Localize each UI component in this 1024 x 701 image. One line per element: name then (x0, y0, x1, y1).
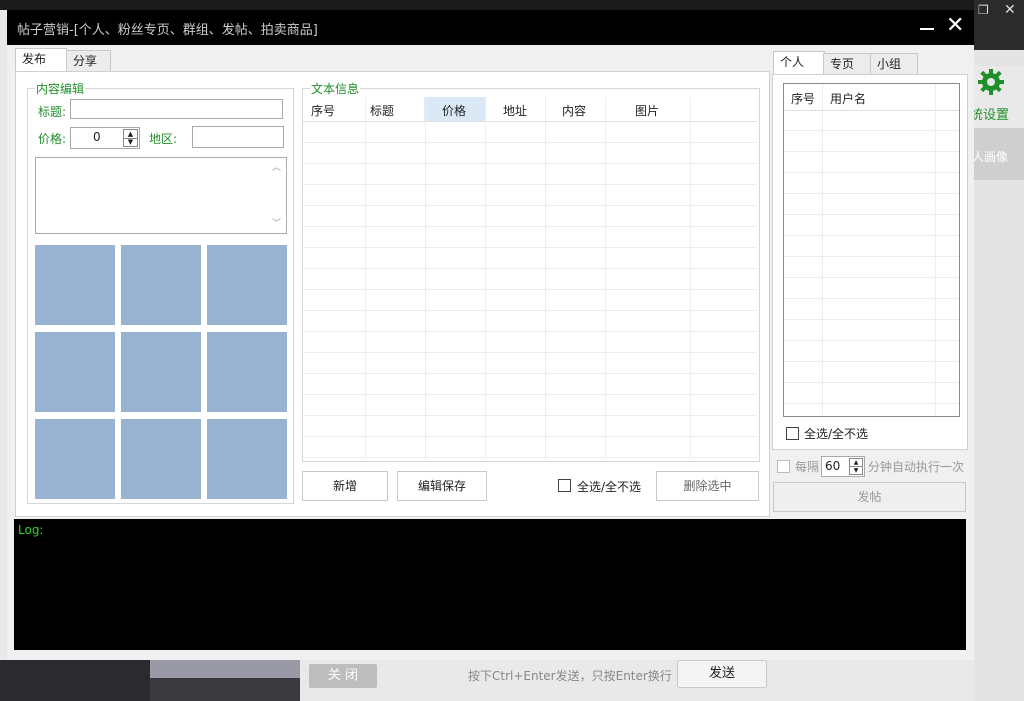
price-down-icon[interactable]: ▼ (123, 138, 138, 147)
col-header-user-index[interactable]: 序号 (791, 90, 815, 107)
send-hint-text: 按下Ctrl+Enter发送，只按Enter换行 (468, 669, 672, 683)
title-label: 标题: (38, 105, 67, 119)
image-slot[interactable] (207, 419, 287, 499)
title-input[interactable] (70, 99, 283, 119)
interval-stepper[interactable]: 60 ▲ ▼ (821, 456, 865, 477)
portrait-nav-label: 人画像 (972, 150, 1009, 164)
image-slot[interactable] (35, 245, 115, 325)
col-header-username[interactable]: 用户名 (830, 90, 866, 107)
background-gray-block (150, 660, 300, 678)
user-table[interactable]: 序号 用户名 (783, 83, 960, 417)
interval-prefix: 每隔 (795, 460, 820, 474)
text-info-title: 文本信息 (310, 80, 361, 97)
dialog-title: 帖子营销-[个人、粉丝专页、群组、发帖、拍卖商品] (17, 23, 318, 38)
image-slot[interactable] (35, 332, 115, 412)
auto-run-checkbox[interactable] (777, 460, 790, 473)
tab-publish[interactable]: 发布 (15, 48, 67, 72)
image-slot[interactable] (207, 245, 287, 325)
body-textarea[interactable]: ︿ ﹀ (35, 157, 287, 234)
tab-share-label: 分享 (73, 54, 98, 68)
add-button[interactable]: 新增 (302, 471, 388, 501)
col-header-index[interactable]: 序号 (311, 102, 335, 119)
edit-save-button[interactable]: 编辑保存 (397, 471, 487, 501)
gear-icon (978, 69, 1004, 95)
image-slot[interactable] (121, 245, 201, 325)
interval-down-icon[interactable]: ▼ (849, 466, 863, 475)
tab-publish-label: 发布 (22, 52, 47, 66)
price-label: 价格: (38, 132, 67, 146)
dialog-close-icon[interactable]: ✕ (946, 14, 964, 38)
tab-group[interactable]: 小组 (870, 53, 918, 75)
image-slot[interactable] (35, 419, 115, 499)
background-close-icon[interactable]: ✕ (1004, 2, 1016, 18)
restore-icon[interactable]: ❐ (978, 3, 989, 17)
col-header-title[interactable]: 标题 (370, 102, 394, 119)
text-info-table[interactable]: 序号 标题 价格 地址 内容 图片 (303, 97, 757, 459)
background-top-bar (0, 0, 1024, 10)
tab-page[interactable]: 专页 (823, 53, 871, 75)
post-button[interactable]: 发帖 (773, 482, 966, 512)
tab-share[interactable]: 分享 (66, 50, 111, 72)
delete-selected-button[interactable]: 删除选中 (656, 471, 759, 501)
background-dark-block (0, 660, 150, 701)
image-slot[interactable] (121, 419, 201, 499)
region-label: 地区: (149, 132, 178, 146)
background-titlebar-right: ❐ ✕ (974, 0, 1024, 50)
tab-group-label: 小组 (877, 57, 902, 71)
send-button[interactable]: 发送 (677, 660, 767, 688)
scroll-up-icon[interactable]: ︿ (272, 160, 281, 173)
interval-value: 60 (825, 459, 841, 473)
minimize-icon[interactable] (920, 28, 934, 30)
col-header-content[interactable]: 内容 (562, 102, 586, 119)
select-all-label: 全选/全不选 (577, 480, 642, 494)
close-button[interactable]: 关 闭 (309, 664, 377, 688)
interval-suffix: 分钟自动执行一次 (868, 460, 965, 474)
price-value: 0 (93, 130, 101, 144)
settings-nav-label: 统设置 (970, 108, 1010, 123)
background-dark-block-2 (150, 678, 300, 701)
log-label: Log: (18, 523, 44, 537)
log-console[interactable] (14, 519, 966, 650)
scroll-down-icon[interactable]: ﹀ (272, 216, 281, 229)
select-all-checkbox[interactable] (558, 479, 571, 492)
region-input[interactable] (192, 126, 284, 148)
user-select-all-checkbox[interactable] (786, 427, 799, 440)
image-slot[interactable] (121, 332, 201, 412)
price-stepper[interactable]: 0 ▲ ▼ (70, 127, 140, 149)
user-select-all-label: 全选/全不选 (804, 427, 869, 441)
tab-page-label: 专页 (830, 57, 855, 71)
col-header-address[interactable]: 地址 (503, 102, 527, 119)
tab-personal-label: 个人 (780, 55, 805, 69)
image-slot[interactable] (207, 332, 287, 412)
col-header-image[interactable]: 图片 (635, 102, 659, 119)
content-edit-title: 内容编辑 (35, 80, 86, 97)
col-header-price[interactable]: 价格 (442, 102, 466, 119)
tab-personal[interactable]: 个人 (773, 51, 825, 75)
